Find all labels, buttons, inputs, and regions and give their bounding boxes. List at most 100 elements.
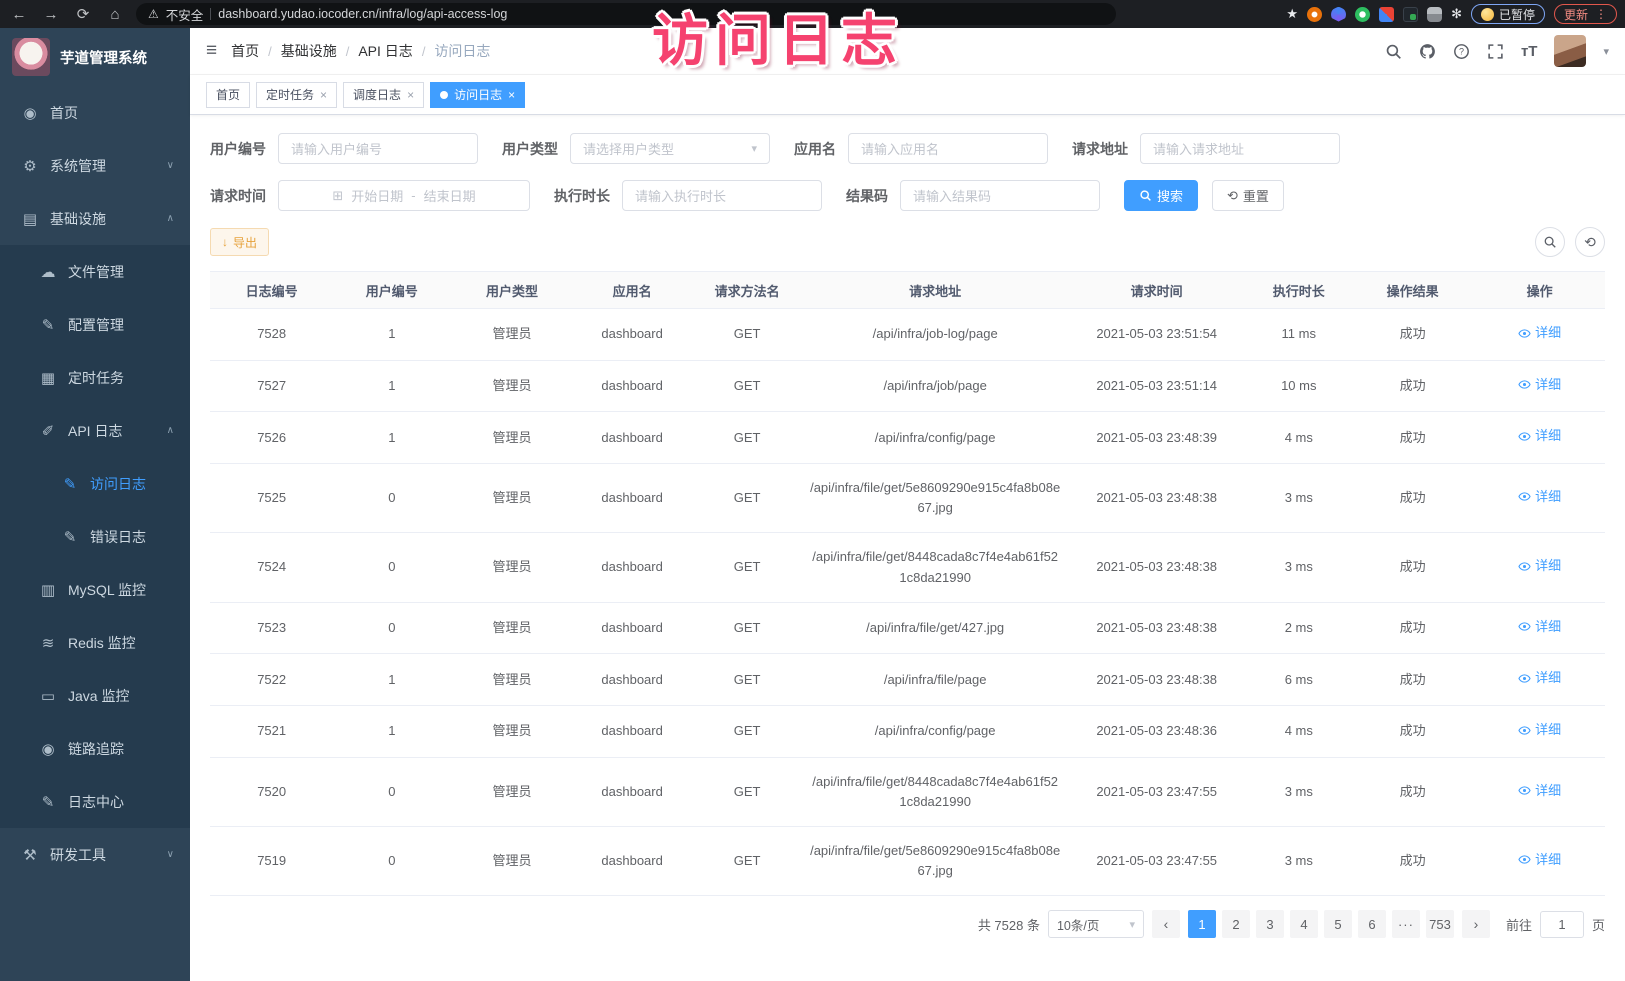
update-button[interactable]: 更新 ⋮ <box>1554 4 1617 24</box>
sidebar-item-trace[interactable]: ◉ 链路追踪 <box>0 722 190 775</box>
sidebar-item-access-log[interactable]: ✎ 访问日志 <box>0 457 190 510</box>
detail-link-label: 详细 <box>1535 720 1561 740</box>
sidebar-item-mysql-monitor[interactable]: ▥ MySQL 监控 <box>0 563 190 616</box>
breadcrumb-item[interactable]: 基础设施 <box>281 41 337 61</box>
browser-home-icon[interactable]: ⌂ <box>104 6 126 23</box>
refresh-button[interactable]: ⟲ <box>1575 227 1605 257</box>
request-url-input[interactable]: 请输入请求地址 <box>1140 133 1340 164</box>
breadcrumb-item[interactable]: 首页 <box>231 41 259 61</box>
reset-button[interactable]: ⟲ 重置 <box>1212 180 1284 211</box>
breadcrumb-item[interactable]: API 日志 <box>358 41 412 61</box>
extension-icon[interactable] <box>1379 7 1394 22</box>
detail-link[interactable]: 详细 <box>1518 323 1561 343</box>
tab-label: 首页 <box>216 86 240 103</box>
search-icon[interactable] <box>1385 43 1402 60</box>
detail-link[interactable]: 详细 <box>1518 556 1561 576</box>
emoji-icon <box>1481 8 1494 21</box>
fullscreen-icon[interactable] <box>1487 43 1504 60</box>
extension-pinwheel-icon[interactable]: ✻ <box>1451 6 1462 22</box>
tab-home[interactable]: 首页 <box>206 82 250 108</box>
pager-ellipsis[interactable]: ··· <box>1392 910 1420 938</box>
hamburger-icon[interactable]: ≡ <box>206 40 217 62</box>
detail-link[interactable]: 详细 <box>1518 487 1561 507</box>
extension-icon[interactable] <box>1355 7 1370 22</box>
extension-icon[interactable] <box>1307 7 1322 22</box>
sidebar-item-dev-tools[interactable]: ⚒ 研发工具 ∨ <box>0 828 190 881</box>
pager-prev-button[interactable]: ‹ <box>1152 910 1180 938</box>
pager-page-button[interactable]: 753 <box>1426 910 1454 938</box>
detail-link[interactable]: 详细 <box>1518 426 1561 446</box>
detail-link[interactable]: 详细 <box>1518 850 1561 870</box>
kebab-menu-icon[interactable]: ⋮ <box>1595 7 1607 21</box>
sidebar-item-log-center[interactable]: ✎ 日志中心 <box>0 775 190 828</box>
table-row: 75200管理员dashboardGET/api/infra/file/get/… <box>210 757 1605 826</box>
paused-badge[interactable]: 已暂停 <box>1471 4 1545 24</box>
sidebar-item-api-log[interactable]: ✐ API 日志 ∧ <box>0 404 190 457</box>
log-center-icon: ✎ <box>40 793 56 811</box>
extension-shield-icon[interactable] <box>1331 7 1346 22</box>
duration-input[interactable]: 请输入执行时长 <box>622 180 822 211</box>
detail-link[interactable]: 详细 <box>1518 720 1561 740</box>
browser-reload-icon[interactable]: ⟳ <box>72 5 94 23</box>
extension-icon[interactable] <box>1403 7 1418 22</box>
result-code-input[interactable]: 请输入结果码 <box>900 180 1100 211</box>
avatar[interactable] <box>1554 35 1586 67</box>
sidebar-item-scheduled-task[interactable]: ▦ 定时任务 <box>0 351 190 404</box>
caret-down-icon[interactable]: ▾ <box>1603 45 1609 58</box>
page-size-select[interactable]: 10条/页 ▾ <box>1048 910 1144 938</box>
pager-page-button[interactable]: 4 <box>1290 910 1318 938</box>
cell-time: 2021-05-03 23:48:38 <box>1067 464 1247 533</box>
cell-result: 成功 <box>1351 602 1474 654</box>
app-name-input[interactable]: 请输入应用名 <box>848 133 1048 164</box>
infra-submenu: ☁ 文件管理 ✎ 配置管理 ▦ 定时任务 ✐ API 日志 ∧ ✎ 访问日志 ✎ <box>0 245 190 828</box>
search-toggle-button[interactable] <box>1535 227 1565 257</box>
pager-next-button[interactable]: › <box>1462 910 1490 938</box>
sidebar-item-error-log[interactable]: ✎ 错误日志 <box>0 510 190 563</box>
detail-link[interactable]: 详细 <box>1518 668 1561 688</box>
pager-page-button[interactable]: 6 <box>1358 910 1386 938</box>
detail-link[interactable]: 详细 <box>1518 375 1561 395</box>
detail-link[interactable]: 详细 <box>1518 617 1561 637</box>
bookmark-star-icon[interactable]: ★ <box>1286 6 1298 22</box>
pager-page-button[interactable]: 1 <box>1188 910 1216 938</box>
detail-link[interactable]: 详细 <box>1518 781 1561 801</box>
cell-method: GET <box>691 706 804 758</box>
user-type-select[interactable]: 请选择用户类型 ▾ <box>570 133 770 164</box>
column-header: 请求方法名 <box>691 272 804 309</box>
export-button[interactable]: ↓ 导出 <box>210 228 269 256</box>
sidebar-item-system[interactable]: ⚙ 系统管理 ∨ <box>0 139 190 192</box>
search-button[interactable]: 搜索 <box>1124 180 1198 211</box>
github-icon[interactable] <box>1419 43 1436 60</box>
pager-page-button[interactable]: 2 <box>1222 910 1250 938</box>
goto-page-input[interactable] <box>1540 911 1584 938</box>
app-logo-row[interactable]: 芋道管理系统 <box>0 28 190 86</box>
pager-page-button[interactable]: 3 <box>1256 910 1284 938</box>
font-size-icon[interactable]: ᴛT <box>1521 43 1538 60</box>
sidebar-item-redis-monitor[interactable]: ≋ Redis 监控 <box>0 616 190 669</box>
date-range-picker[interactable]: ⊞ 开始日期 - 结束日期 <box>278 180 530 211</box>
extension-icon[interactable] <box>1427 7 1442 22</box>
sidebar-item-file-manage[interactable]: ☁ 文件管理 <box>0 245 190 298</box>
sidebar-item-java-monitor[interactable]: ▭ Java 监控 <box>0 669 190 722</box>
tab-schedule-log[interactable]: 调度日志 × <box>343 82 424 108</box>
sidebar: 芋道管理系统 ◉ 首页 ⚙ 系统管理 ∨ ▤ 基础设施 ∧ ☁ 文件管理 ✎ 配… <box>0 28 190 981</box>
api-log-icon: ✐ <box>40 422 56 440</box>
sidebar-item-home[interactable]: ◉ 首页 <box>0 86 190 139</box>
browser-back-icon[interactable]: ← <box>8 6 30 23</box>
close-icon[interactable]: × <box>320 88 327 102</box>
close-icon[interactable]: × <box>407 88 414 102</box>
cell-user_id: 0 <box>333 757 450 826</box>
table-row: 75190管理员dashboardGET/api/infra/file/get/… <box>210 827 1605 896</box>
pager-pages: 123456···753 <box>1188 910 1454 938</box>
user-id-input[interactable]: 请输入用户编号 <box>278 133 478 164</box>
address-bar[interactable]: ⚠ 不安全 dashboard.yudao.iocoder.cn/infra/l… <box>136 3 1116 25</box>
tab-scheduled-task[interactable]: 定时任务 × <box>256 82 337 108</box>
tab-access-log[interactable]: 访问日志 × <box>430 82 525 108</box>
sidebar-item-config-manage[interactable]: ✎ 配置管理 <box>0 298 190 351</box>
browser-forward-icon[interactable]: → <box>40 6 62 23</box>
close-icon[interactable]: × <box>508 88 515 102</box>
sidebar-item-infra[interactable]: ▤ 基础设施 ∧ <box>0 192 190 245</box>
help-icon[interactable]: ? <box>1453 43 1470 60</box>
cell-id: 7519 <box>210 827 333 896</box>
pager-page-button[interactable]: 5 <box>1324 910 1352 938</box>
